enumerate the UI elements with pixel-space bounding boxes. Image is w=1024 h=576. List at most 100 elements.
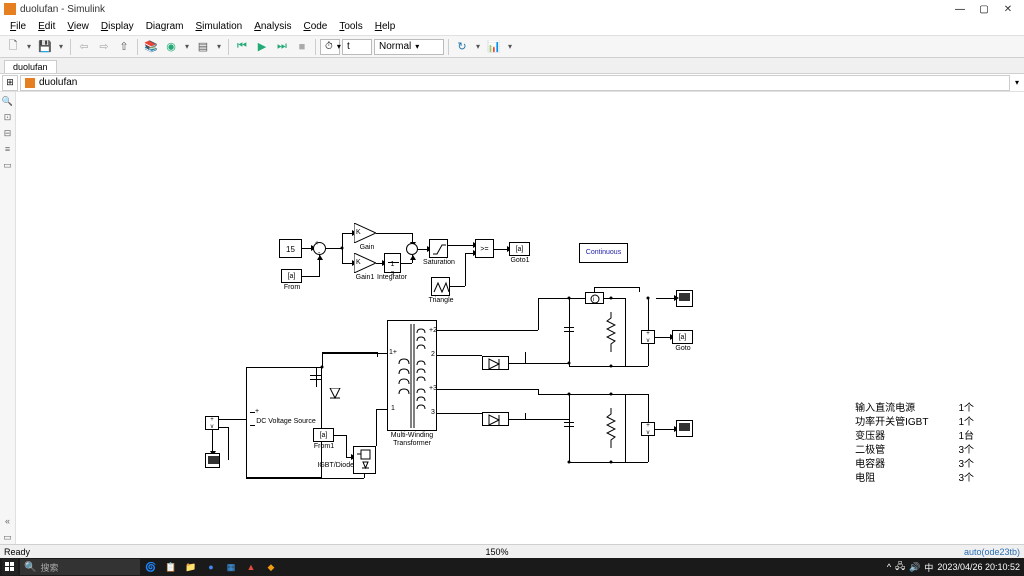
hide-browser-button[interactable]: ⊞ — [2, 75, 18, 91]
tray-clock[interactable]: 2023/04/26 20:10:52 — [937, 562, 1020, 572]
zoom-button[interactable]: 🔍 — [1, 94, 15, 108]
triangle-block[interactable] — [431, 277, 450, 296]
stop-time-selector[interactable]: ⏱▾ — [320, 39, 340, 55]
isensor-top[interactable]: i — [585, 292, 604, 304]
up-button[interactable]: ⇧ — [115, 38, 133, 56]
component-table: 输入直流电源1个 功率开关管IGBT1个 变压器1台 二极管3个 电容器3个 电… — [855, 402, 974, 486]
breadcrumb-row: ⊞ duolufan ▾ — [0, 74, 1024, 92]
minimize-button[interactable]: — — [948, 1, 972, 17]
integrator-block[interactable]: 1 s — [384, 253, 401, 273]
statusbar: Ready 150% auto(ode23tb) — [0, 544, 1024, 558]
record-button[interactable]: 📊 — [485, 38, 503, 56]
menu-file[interactable]: File — [4, 21, 32, 32]
goto-top[interactable]: [a] — [672, 330, 693, 344]
vm-bot[interactable]: +v — [641, 422, 655, 436]
solver-info[interactable]: auto(ode23tb) — [964, 547, 1020, 557]
model-canvas[interactable]: 15 + - [a] From K Gain K Gain1 — [16, 92, 1024, 544]
search-placeholder: 搜索 — [40, 561, 58, 574]
diode-top-block[interactable] — [482, 356, 509, 370]
dropdown-icon[interactable]: ▾ — [56, 38, 66, 56]
task-app-4[interactable]: ● — [202, 559, 220, 575]
zoom-level: 150% — [30, 547, 964, 557]
saturation-block[interactable] — [429, 239, 448, 258]
vm-top[interactable]: +v — [641, 330, 655, 344]
search-icon: 🔍 — [24, 562, 36, 573]
dropdown-icon[interactable]: ▾ — [473, 38, 483, 56]
toggle-button[interactable]: ⊟ — [1, 126, 15, 140]
tabstrip: duolufan — [0, 58, 1024, 74]
save-button[interactable]: 💾 — [36, 38, 54, 56]
toolbar: 🗋 ▾ 💾 ▾ ⇦ ⇨ ⇧ 📚 ◉ ▾ ▤ ▾ ⏮ ▶ ⏭ ■ ⏱▾ t Nor… — [0, 36, 1024, 58]
tray-net-icon[interactable]: 🖧 — [895, 559, 905, 575]
new-button[interactable]: 🗋 — [4, 38, 22, 56]
shortcut-button[interactable]: « — [1, 514, 15, 528]
model-icon — [25, 78, 35, 88]
constant-block[interactable]: 15 — [279, 239, 302, 258]
sum2-block[interactable] — [406, 243, 418, 255]
fit-button[interactable]: ⊡ — [1, 110, 15, 124]
svg-text:i: i — [593, 297, 594, 303]
taskbar: 🔍 搜索 🌀 📋 📁 ● ▦ ▲ ◆ ^ 🖧 🔊 中 2023/04/26 20… — [0, 558, 1024, 576]
task-app-5[interactable]: ▦ — [222, 559, 240, 575]
annotations-button[interactable]: ≡ — [1, 142, 15, 156]
start-button[interactable] — [2, 559, 18, 575]
model-explorer-button[interactable]: ▤ — [194, 38, 212, 56]
stop-time-input[interactable]: t — [342, 39, 372, 55]
search-box[interactable]: 🔍 搜索 — [20, 559, 140, 575]
menu-simulation[interactable]: Simulation — [190, 21, 249, 32]
vm-in-block[interactable]: +v — [205, 416, 219, 430]
diode-bot-block[interactable] — [482, 412, 509, 426]
menu-help[interactable]: Help — [369, 21, 402, 32]
step-back-button[interactable]: ⏮ — [233, 38, 251, 56]
breadcrumb-dropdown[interactable]: ▾ — [1010, 78, 1024, 87]
back-button[interactable]: ⇦ — [75, 38, 93, 56]
menubar: File Edit View Display Diagram Simulatio… — [0, 18, 1024, 36]
model-tab[interactable]: duolufan — [4, 60, 57, 73]
stop-button[interactable]: ■ — [293, 38, 311, 56]
dropdown-icon[interactable]: ▾ — [24, 38, 34, 56]
menu-view[interactable]: View — [61, 21, 95, 32]
menu-edit[interactable]: Edit — [32, 21, 61, 32]
scope-in-block[interactable] — [205, 453, 220, 468]
task-app-7[interactable]: ◆ — [262, 559, 280, 575]
diode-block[interactable] — [328, 388, 342, 406]
dropdown-icon[interactable]: ▾ — [182, 38, 192, 56]
config-button[interactable]: ◉ — [162, 38, 180, 56]
menu-diagram[interactable]: Diagram — [140, 21, 190, 32]
fast-restart-button[interactable]: ↻ — [453, 38, 471, 56]
image-button[interactable]: ▭ — [1, 158, 15, 172]
properties-button[interactable]: ▭ — [1, 530, 15, 544]
run-button[interactable]: ▶ — [253, 38, 271, 56]
step-forward-button[interactable]: ⏭ — [273, 38, 291, 56]
maximize-button[interactable]: ▢ — [972, 1, 996, 17]
igbt-block[interactable] — [353, 446, 376, 474]
powergui-block[interactable]: Continuous — [579, 243, 628, 263]
task-app-2[interactable]: 📋 — [162, 559, 180, 575]
relational-block[interactable]: >= — [475, 239, 494, 258]
close-button[interactable]: ✕ — [996, 1, 1020, 17]
tray-ime-icon[interactable]: 中 — [924, 561, 933, 574]
menu-display[interactable]: Display — [95, 21, 140, 32]
scope-bot[interactable] — [676, 420, 693, 437]
sim-mode-select[interactable]: Normal▾ — [374, 39, 444, 55]
menu-analysis[interactable]: Analysis — [248, 21, 297, 32]
tray-sound-icon[interactable]: 🔊 — [909, 562, 920, 573]
breadcrumb[interactable]: duolufan — [20, 75, 1010, 91]
simulink-icon — [4, 3, 16, 15]
goto1-block[interactable]: [a] — [509, 242, 530, 256]
task-app-1[interactable]: 🌀 — [142, 559, 160, 575]
status-left: Ready — [4, 547, 30, 557]
titlebar: duolufan - Simulink — ▢ ✕ — [0, 0, 1024, 18]
dropdown-icon[interactable]: ▾ — [505, 38, 515, 56]
task-app-6[interactable]: ▲ — [242, 559, 260, 575]
library-button[interactable]: 📚 — [142, 38, 160, 56]
menu-code[interactable]: Code — [297, 21, 333, 32]
from1-block[interactable]: [a] — [313, 428, 334, 442]
system-tray[interactable]: ^ 🖧 🔊 中 2023/04/26 20:10:52 — [887, 559, 1022, 575]
menu-tools[interactable]: Tools — [333, 21, 368, 32]
tray-up-icon[interactable]: ^ — [887, 562, 891, 572]
task-app-3[interactable]: 📁 — [182, 559, 200, 575]
forward-button[interactable]: ⇨ — [95, 38, 113, 56]
dropdown-icon[interactable]: ▾ — [214, 38, 224, 56]
from-block[interactable]: [a] — [281, 269, 302, 283]
